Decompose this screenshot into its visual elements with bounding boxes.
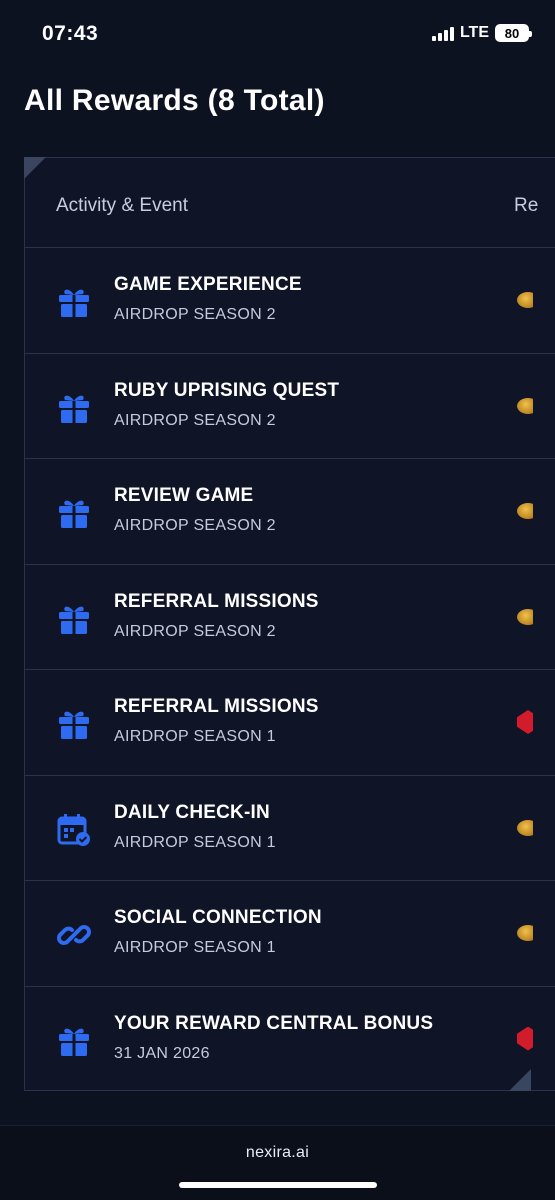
reward-title: SOCIAL CONNECTION bbox=[114, 907, 322, 928]
gift-icon bbox=[56, 1023, 92, 1059]
gift-icon bbox=[56, 284, 92, 320]
reward-row[interactable]: RUBY UPRISING QUEST AIRDROP SEASON 2 bbox=[25, 354, 555, 459]
url-label[interactable]: nexira.ai bbox=[0, 1144, 555, 1162]
reward-title: REFERRAL MISSIONS bbox=[114, 590, 319, 612]
coin-icon bbox=[517, 814, 533, 842]
corner-accent bbox=[509, 1069, 531, 1091]
gift-icon bbox=[56, 495, 92, 531]
reward-row[interactable]: REVIEW GAME AIRDROP SEASON 2 bbox=[25, 459, 555, 565]
reward-subtitle: AIRDROP SEASON 1 bbox=[114, 833, 276, 851]
status-indicators: LTE 80 bbox=[431, 24, 532, 42]
ruby-icon bbox=[517, 1025, 533, 1053]
reward-subtitle: AIRDROP SEASON 1 bbox=[114, 939, 276, 956]
reward-title: GAME EXPERIENCE bbox=[114, 274, 302, 295]
signal-icon bbox=[431, 25, 454, 41]
reward-subtitle: AIRDROP SEASON 2 bbox=[114, 411, 276, 429]
reward-row[interactable]: DAILY CHECK-IN AIRDROP SEASON 1 bbox=[25, 776, 555, 881]
status-time: 07:43 bbox=[42, 22, 99, 45]
calendar-check-icon bbox=[56, 812, 92, 848]
reward-row[interactable]: SOCIAL CONNECTION AIRDROP SEASON 1 bbox=[25, 881, 555, 987]
page-title: All Rewards (8 Total) bbox=[24, 84, 325, 117]
column-header-activity: Activity & Event bbox=[56, 195, 188, 216]
reward-row[interactable]: GAME EXPERIENCE AIRDROP SEASON 2 bbox=[25, 248, 555, 354]
reward-subtitle: AIRDROP SEASON 2 bbox=[114, 306, 276, 323]
reward-subtitle: 31 JAN 2026 bbox=[114, 1044, 210, 1062]
column-header-reward: Re bbox=[514, 195, 539, 216]
reward-subtitle: AIRDROP SEASON 2 bbox=[114, 517, 276, 534]
rewards-table: Activity & Event Re GAME EXPERIENCE AIRDR… bbox=[24, 157, 555, 1091]
reward-row[interactable]: YOUR REWARD CENTRAL BONUS 31 JAN 2026 bbox=[25, 987, 555, 1093]
reward-subtitle: AIRDROP SEASON 1 bbox=[114, 728, 276, 745]
status-bar: 07:43 LTE 80 bbox=[0, 0, 555, 70]
gift-icon bbox=[56, 706, 92, 742]
reward-title: DAILY CHECK-IN bbox=[114, 801, 270, 823]
coin-icon bbox=[517, 603, 533, 631]
reward-subtitle: AIRDROP SEASON 2 bbox=[114, 622, 276, 640]
ruby-icon bbox=[517, 708, 533, 736]
table-header: Activity & Event Re bbox=[25, 158, 555, 248]
link-icon bbox=[56, 917, 92, 953]
reward-title: REVIEW GAME bbox=[114, 485, 254, 506]
reward-rows: GAME EXPERIENCE AIRDROP SEASON 2 RUBY UPRI… bbox=[25, 248, 555, 1092]
reward-title: YOUR REWARD CENTRAL BONUS bbox=[114, 1012, 434, 1034]
reward-row[interactable]: REFERRAL MISSIONS AIRDROP SEASON 2 bbox=[25, 565, 555, 670]
reward-title: REFERRAL MISSIONS bbox=[114, 696, 319, 717]
reward-title: RUBY UPRISING QUEST bbox=[114, 379, 340, 401]
coin-icon bbox=[517, 286, 533, 314]
coin-icon bbox=[517, 497, 533, 525]
network-label: LTE bbox=[459, 24, 489, 41]
battery-icon: 80 bbox=[495, 24, 532, 42]
coin-icon bbox=[517, 392, 533, 420]
reward-row[interactable]: REFERRAL MISSIONS AIRDROP SEASON 1 bbox=[25, 670, 555, 776]
browser-bottom-bar: nexira.ai bbox=[0, 1125, 555, 1200]
gift-icon bbox=[56, 390, 92, 426]
coin-icon bbox=[517, 919, 533, 947]
gift-icon bbox=[56, 601, 92, 637]
home-indicator[interactable] bbox=[179, 1182, 377, 1188]
